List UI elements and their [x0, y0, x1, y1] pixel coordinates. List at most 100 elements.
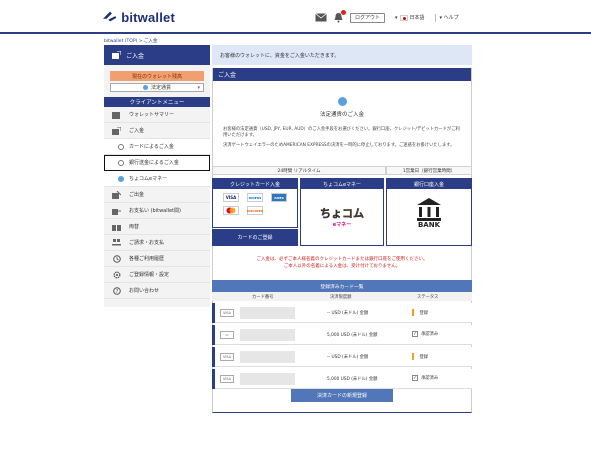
sidebar-item-card-deposit[interactable]: カードによるご入金	[104, 139, 210, 155]
card-status: ✓ 承認済み	[412, 331, 438, 337]
sidebar-item-label: ご出金	[129, 192, 145, 198]
sidebar-item-payment[interactable]: お支払い (bitwallet間)	[104, 203, 210, 219]
clock-icon	[112, 254, 121, 263]
discover-logo-icon: DISCOVER	[247, 206, 263, 215]
info-warning: 決済ゲートウェイエラーのためAMERICAN EXPRESSの決済を一時的に停止…	[223, 143, 455, 148]
sidebar-item-wallet-summary[interactable]: ウォレットサマリー	[104, 107, 210, 123]
radio-selected-icon	[118, 175, 124, 182]
sidebar-item-label: 各種ご利用履歴	[129, 256, 165, 262]
mail-icon[interactable]	[315, 13, 327, 22]
payment-icon	[112, 207, 121, 215]
status-label: 登録	[419, 310, 429, 316]
question-icon: ?	[112, 286, 121, 295]
bitwallet-logo[interactable]: bitwallet	[103, 8, 175, 26]
masked-card-number	[240, 307, 295, 319]
chocom-logo: ちょコム eマネー	[314, 199, 370, 233]
sidebar-item-deposit[interactable]: ご入金	[104, 123, 210, 139]
chevron-down-icon: ▾	[197, 84, 200, 91]
bitwallet-logo-icon	[103, 11, 117, 22]
method-card-chocom[interactable]: ちょコムeマネー ちょコム eマネー	[300, 178, 384, 246]
col-card-number: カード番号	[252, 295, 274, 300]
sidebar-item-history[interactable]: 各種ご利用履歴	[104, 251, 210, 267]
sidebar-title: ご入金	[126, 52, 145, 60]
sidebar-item-label: 両替	[129, 224, 140, 230]
notification-bell-icon[interactable]	[333, 10, 346, 23]
wallet-selected-value: 法定通貨	[150, 85, 171, 91]
sidebar-item-label: ご登録情報・設定	[129, 272, 170, 278]
visa-logo-icon: VISA	[220, 353, 234, 361]
method-card-bank[interactable]: 銀行口座入金 BANK	[386, 178, 472, 246]
sidebar-header: ご入金	[104, 45, 210, 65]
sidebar-item-label: お支払い (bitwallet間)	[129, 208, 181, 214]
masked-card-number	[240, 329, 295, 341]
info-text: お客様の法定通貨（USD, JPY, EUR, AUD）のご入金手段をお選びくだ…	[223, 127, 460, 138]
sidebar-item-label: ご入金	[129, 128, 145, 134]
status-label: 登録	[419, 354, 429, 360]
deposit-warning: ご入金は、必ずご本人様名義のクレジットカードまたは銀行口座をご使用ください。 ご…	[212, 256, 472, 270]
method-chocom-label: ちょコムeマネー	[301, 179, 383, 189]
deposit-icon	[112, 126, 121, 135]
help-link[interactable]: ▾ ヘルプ	[440, 14, 459, 21]
logo-text: bitwallet	[121, 9, 175, 25]
row-accent	[212, 369, 215, 389]
pending-marker	[412, 353, 414, 360]
diners-logo-icon: DINERS	[247, 193, 263, 202]
sidebar-item-label: ちょコムeマネー	[129, 176, 168, 182]
sidebar-item-settings[interactable]: ご登録情報・設定	[104, 267, 210, 283]
sidebar-item-chocom[interactable]: ちょコムeマネー	[104, 171, 210, 187]
client-menu-title: クライアントメニュー	[104, 97, 210, 107]
card-limit: 5,000 USD (未ドル) 金額	[327, 377, 378, 382]
method-credit-label: クレジットカード入金	[213, 179, 297, 189]
method-bank-label: 銀行口座入金	[387, 179, 471, 189]
logout-button[interactable]: ログアウト	[350, 12, 386, 23]
sidebar-item-label: お問い合わせ	[129, 288, 160, 294]
card-status: 登録	[412, 353, 428, 360]
sidebar-item-label: 銀行送金によるご入金	[129, 160, 179, 166]
visa-logo-icon: VISA	[220, 375, 234, 383]
info-icon	[338, 97, 347, 106]
table-row[interactable]: VISA -- USD (未ドル) 金額 登録	[212, 347, 472, 367]
divider	[434, 13, 436, 22]
timing-bank: 1営業日（銀行営業時間）	[386, 166, 472, 175]
card-brand-logos: VISA DINERS AMEX DISCOVER	[213, 189, 297, 219]
pending-marker	[412, 309, 414, 316]
sidebar-item-billing[interactable]: ご請求・お支払	[104, 235, 210, 251]
table-row[interactable]: VISA 5,000 USD (未ドル) 金額 ✓ 承認済み	[212, 369, 472, 389]
wallet-select[interactable]: 法定通貨 ▾	[110, 83, 204, 92]
warning-line-1: ご入金は、必ずご本人様名義のクレジットカードまたは銀行口座をご使用ください。	[256, 257, 428, 262]
register-new-card-button[interactable]: 決済カードの新規登録	[291, 389, 393, 402]
sidebar-item-exchange[interactable]: 両替	[104, 219, 210, 235]
header-tools: ログアウト ▾ 日本語 ▾ ヘルプ	[315, 10, 459, 23]
sidebar: ご入金 現在のウォレット残高 法定通貨 ▾ クライアントメニュー ウォレットサマ…	[104, 45, 210, 307]
chocom-logo-text: ちょコム	[320, 206, 364, 220]
visa-logo-icon: VISA	[223, 193, 239, 202]
sidebar-item-contact[interactable]: ? お問い合わせ	[104, 283, 210, 299]
deposit-icon	[112, 51, 121, 59]
row-accent	[212, 325, 215, 345]
gear-icon	[112, 271, 121, 279]
check-icon: ✓	[412, 375, 418, 381]
card-register-button[interactable]: カードのご登録	[212, 229, 298, 246]
japan-flag-icon	[399, 14, 408, 21]
chevron-down-icon: ▾	[395, 14, 398, 21]
visa-logo-icon: VISA	[220, 309, 234, 317]
breadcrumb[interactable]: bitwallet (TOP) > ご入金	[104, 38, 157, 44]
chocom-logo-sub: eマネー	[332, 221, 352, 228]
header-divider	[0, 32, 591, 34]
help-label: ヘルプ	[443, 15, 459, 21]
sidebar-item-label: ご請求・お支払	[129, 240, 165, 246]
masked-card-number	[240, 373, 295, 385]
sidebar-item-withdraw[interactable]: ご出金	[104, 187, 210, 203]
sidebar-item-bank-deposit[interactable]: 銀行送金によるご入金	[104, 155, 210, 171]
radio-icon	[118, 143, 124, 150]
amex-logo-icon: AMEX	[271, 193, 287, 202]
card-limit: -- USD (未ドル) 金額	[327, 355, 369, 360]
timing-24h: 24時間 リアルタイム	[212, 166, 386, 175]
method-card-credit[interactable]: クレジットカード入金 VISA DINERS AMEX DISCOVER	[212, 178, 298, 228]
language-selector[interactable]: ▾ 日本語	[395, 14, 425, 21]
table-row[interactable]: VISA -- USD (未ドル) 金額 登録	[212, 303, 472, 323]
sidebar-item-label: ウォレットサマリー	[129, 112, 175, 118]
card-logo-icon: ▭	[220, 331, 234, 339]
table-row[interactable]: ▭ 5,000 USD (未ドル) 金額 ✓ 承認済み	[212, 325, 472, 345]
withdraw-icon	[112, 190, 121, 199]
